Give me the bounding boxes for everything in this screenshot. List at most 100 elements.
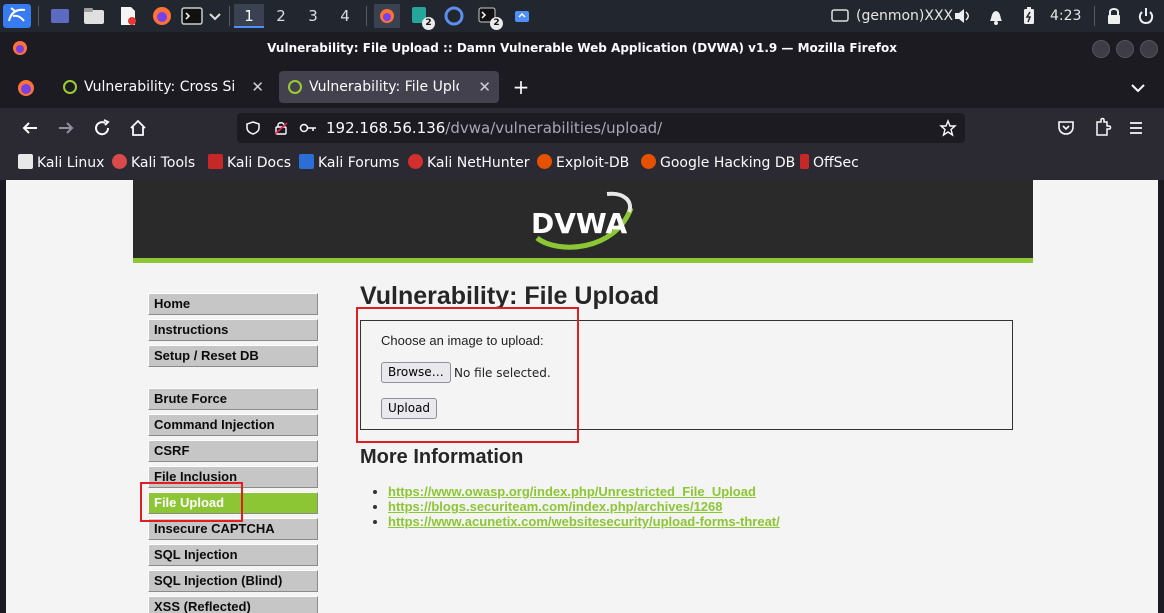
upload-form: Choose an image to upload: Browse… No fi… (360, 320, 1013, 430)
window-titlebar[interactable]: Vulnerability: File Upload :: Damn Vulne… (0, 32, 1164, 66)
power-icon[interactable] (1136, 4, 1156, 28)
bookmark-star-icon[interactable] (939, 119, 957, 137)
bookmark-label: Kali Forums (318, 155, 400, 171)
panel-separator (1094, 6, 1095, 26)
taskbar-terminal-icon[interactable]: 2 (476, 4, 503, 30)
lock-icon[interactable] (1104, 4, 1124, 28)
owasp-link[interactable]: https://www.owasp.org/index.php/Unrestri… (388, 484, 756, 499)
menu-insecure-captcha[interactable]: Insecure CAPTCHA (148, 518, 318, 540)
bookmark-kali-tools[interactable]: Kali Tools (112, 148, 195, 178)
menu-file-upload[interactable]: File Upload (148, 492, 318, 514)
menu-instructions[interactable]: Instructions (148, 319, 318, 341)
url-bar[interactable]: 192.168.56.136/dvwa/vulnerabilities/uplo… (237, 113, 965, 143)
close-tab-icon[interactable]: ✕ (478, 71, 491, 103)
home-button[interactable] (126, 116, 150, 140)
more-information-heading: More Information (360, 446, 524, 468)
notification-bell-icon[interactable] (986, 4, 1006, 28)
offsec-icon (800, 154, 809, 169)
menu-sql-injection-blind[interactable]: SQL Injection (Blind) (148, 570, 318, 592)
bookmark-label: Exploit-DB (556, 155, 630, 171)
clock: 4:23 (1050, 8, 1082, 24)
maximize-button[interactable] (1116, 40, 1134, 58)
terminal-icon[interactable] (180, 4, 204, 28)
workspace-1[interactable]: 1 (234, 4, 264, 28)
close-window-button[interactable] (1140, 40, 1158, 58)
taskbar-app-icon[interactable]: 2 (408, 4, 435, 30)
file-manager-icon[interactable] (82, 4, 106, 28)
list-item: https://blogs.securiteam.com/index.php/a… (388, 499, 780, 514)
volume-icon[interactable] (952, 4, 972, 28)
taskbar-browser-icon[interactable] (442, 4, 466, 28)
menu-setup-reset-db[interactable]: Setup / Reset DB (148, 345, 318, 367)
bookmark-label: Kali Tools (131, 155, 196, 171)
ghdb-icon (641, 154, 656, 169)
genmon-label: (genmon)XXX (856, 8, 954, 24)
text-editor-icon[interactable] (116, 4, 140, 28)
list-all-tabs-icon[interactable] (1128, 78, 1148, 102)
key-icon[interactable] (299, 120, 317, 136)
kali-docs-icon (208, 154, 223, 169)
taskbar-home-icon[interactable] (510, 4, 534, 28)
browse-button[interactable]: Browse… (381, 362, 451, 383)
bookmark-google-hacking-db[interactable]: Google Hacking DB (641, 148, 795, 178)
display-icon[interactable] (830, 4, 850, 28)
workspace-4[interactable]: 4 (330, 4, 360, 28)
list-item: https://www.owasp.org/index.php/Unrestri… (388, 484, 780, 499)
page-title: Vulnerability: File Upload (360, 282, 660, 310)
menu-file-inclusion[interactable]: File Inclusion (148, 466, 318, 488)
new-tab-button[interactable]: + (510, 71, 532, 103)
securiteam-link[interactable]: https://blogs.securiteam.com/index.php/a… (388, 499, 723, 514)
url-text[interactable]: 192.168.56.136/dvwa/vulnerabilities/uplo… (326, 113, 662, 143)
panel-separator (38, 6, 39, 26)
bookmark-label: Kali Docs (227, 155, 292, 171)
bookmark-kali-linux[interactable]: Kali Linux (18, 148, 104, 178)
kali-dragon-icon (18, 154, 33, 169)
chevron-down-icon[interactable] (207, 4, 223, 28)
menu-xss-reflected[interactable]: XSS (Reflected) (148, 596, 318, 613)
upload-button[interactable]: Upload (381, 398, 438, 419)
panel-separator (229, 6, 230, 26)
firefox-launcher-icon[interactable] (150, 4, 174, 28)
bookmark-kali-nethunter[interactable]: Kali NetHunter (408, 148, 529, 178)
tab-label: Vulnerability: Cross Site R (84, 79, 234, 95)
tab-cross-site[interactable]: Vulnerability: Cross Site R ✕ (54, 71, 272, 103)
bookmarks-toolbar: Kali Linux Kali Tools Kali Docs Kali For… (0, 148, 1164, 180)
workspace-2[interactable]: 2 (266, 4, 296, 28)
workspace-3[interactable]: 3 (298, 4, 328, 28)
list-item: https://www.acunetix.com/websitesecurity… (388, 514, 780, 529)
desktop-icon[interactable] (48, 4, 72, 28)
minimize-button[interactable] (1092, 40, 1110, 58)
tab-file-upload[interactable]: Vulnerability: File Upload ✕ (279, 71, 499, 103)
taskbar-firefox-icon[interactable] (374, 4, 400, 28)
bookmark-label: Kali Linux (37, 155, 105, 171)
bookmark-kali-forums[interactable]: Kali Forums (299, 148, 399, 178)
close-tab-icon[interactable]: ✕ (251, 71, 264, 103)
menu-sql-injection[interactable]: SQL Injection (148, 544, 318, 566)
kali-tools-icon (112, 154, 127, 169)
tab-label: Vulnerability: File Upload (309, 79, 459, 95)
dvwa-favicon-icon (288, 80, 302, 94)
acunetix-link[interactable]: https://www.acunetix.com/websitesecurity… (388, 514, 780, 529)
bookmark-label: Kali NetHunter (427, 155, 530, 171)
upload-label: Choose an image to upload: (381, 333, 544, 348)
menu-csrf[interactable]: CSRF (148, 440, 318, 462)
reload-button[interactable] (90, 116, 114, 140)
extensions-icon[interactable] (1090, 116, 1114, 140)
bookmark-kali-docs[interactable]: Kali Docs (208, 148, 291, 178)
panel-separator (366, 6, 367, 26)
firefox-view-icon[interactable] (16, 78, 36, 102)
kali-menu-icon[interactable] (3, 4, 31, 28)
bookmark-offsec[interactable]: OffSec (800, 148, 859, 178)
menu-brute-force[interactable]: Brute Force (148, 388, 318, 410)
insecure-lock-icon[interactable] (273, 120, 289, 136)
back-button[interactable] (18, 116, 42, 140)
menu-command-injection[interactable]: Command Injection (148, 414, 318, 436)
exploit-db-icon (537, 154, 552, 169)
menu-home[interactable]: Home (148, 293, 318, 315)
hamburger-menu-icon[interactable] (1124, 116, 1148, 140)
pocket-icon[interactable] (1054, 116, 1078, 140)
bookmark-exploit-db[interactable]: Exploit-DB (537, 148, 629, 178)
forward-button[interactable] (54, 116, 78, 140)
shield-icon[interactable] (245, 120, 261, 136)
url-path: /dvwa/vulnerabilities/upload/ (445, 119, 663, 137)
